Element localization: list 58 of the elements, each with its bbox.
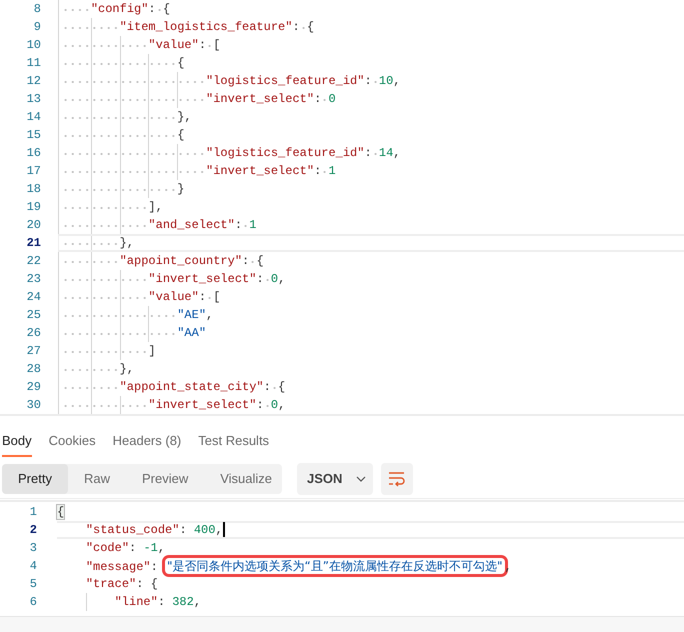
code-line: "code": -1, [84,540,166,556]
wrap-lines-icon[interactable] [381,463,413,495]
line-number: 16 [26,145,41,162]
code-line: "trace": { [84,576,158,592]
view-mode-tab[interactable]: Preview [126,464,204,494]
line-number: 18 [26,181,41,198]
line-number: 11 [26,55,41,72]
line-number: 15 [26,127,41,144]
line-number: 28 [26,361,41,378]
code-line: "item_logistics_feature": { [59,19,314,35]
code-line: "logistics_feature_id": 14, [59,145,400,161]
view-mode-tab[interactable]: Visualize [204,464,288,494]
line-number: 30 [26,397,41,414]
chevron-down-icon [356,476,366,482]
code-line: "value": [ [59,37,220,53]
response-tab[interactable]: Cookies [48,430,96,457]
code-line: "status_code": 400, [84,522,225,538]
code-line: "invert_select": 0 [59,91,336,107]
response-tab[interactable]: Headers (8) [112,430,182,457]
code-line: "appoint_country": { [59,253,264,269]
view-mode-tab[interactable]: Raw [68,464,126,494]
code-line: "config": { [59,1,170,17]
line-number: 27 [26,343,41,360]
line-number: 13 [26,91,41,108]
line-number: 1 [28,504,38,521]
line-number: 2 [28,522,38,539]
response-tab[interactable]: Test Results [198,430,270,457]
code-line: "value": [ [59,289,220,305]
code-line: "message": "是否同条件内选项关系为“且”在物流属性存在反选时不可勾选", [57,558,512,574]
line-number: 22 [26,253,41,270]
line-number: 14 [26,109,41,126]
code-line: "line": 382, [114,594,202,610]
line-number: 9 [32,19,41,36]
line-number: 4 [28,558,38,575]
format-dropdown[interactable]: JSON [297,463,373,495]
view-mode-tab[interactable]: Pretty [2,464,68,494]
code-line: "logistics_feature_id": 10, [59,73,400,89]
line-number: 25 [26,307,41,324]
line-number: 17 [26,163,41,180]
line-number: 10 [26,37,41,54]
line-number: 6 [28,594,38,611]
line-number: 29 [26,379,41,396]
line-number: 3 [28,540,38,557]
line-number: 5 [28,576,38,593]
response-tab[interactable]: Body [2,430,32,457]
line-number: 20 [26,217,41,234]
line-number: 24 [26,289,41,306]
line-number: 12 [26,73,41,90]
line-number: 21 [26,235,41,252]
code-line: "invert_select": 0, [59,397,286,413]
line-number: 23 [26,271,41,288]
code-line: "invert_select": 0, [59,271,286,287]
code-line: "invert_select": 1 [59,163,336,179]
line-number: 8 [32,1,41,18]
line-number: 19 [26,199,41,216]
code-line: "appoint_state_city": { [59,379,286,395]
code-line: "and_select": 1 [59,217,256,233]
line-number: 26 [26,325,41,342]
